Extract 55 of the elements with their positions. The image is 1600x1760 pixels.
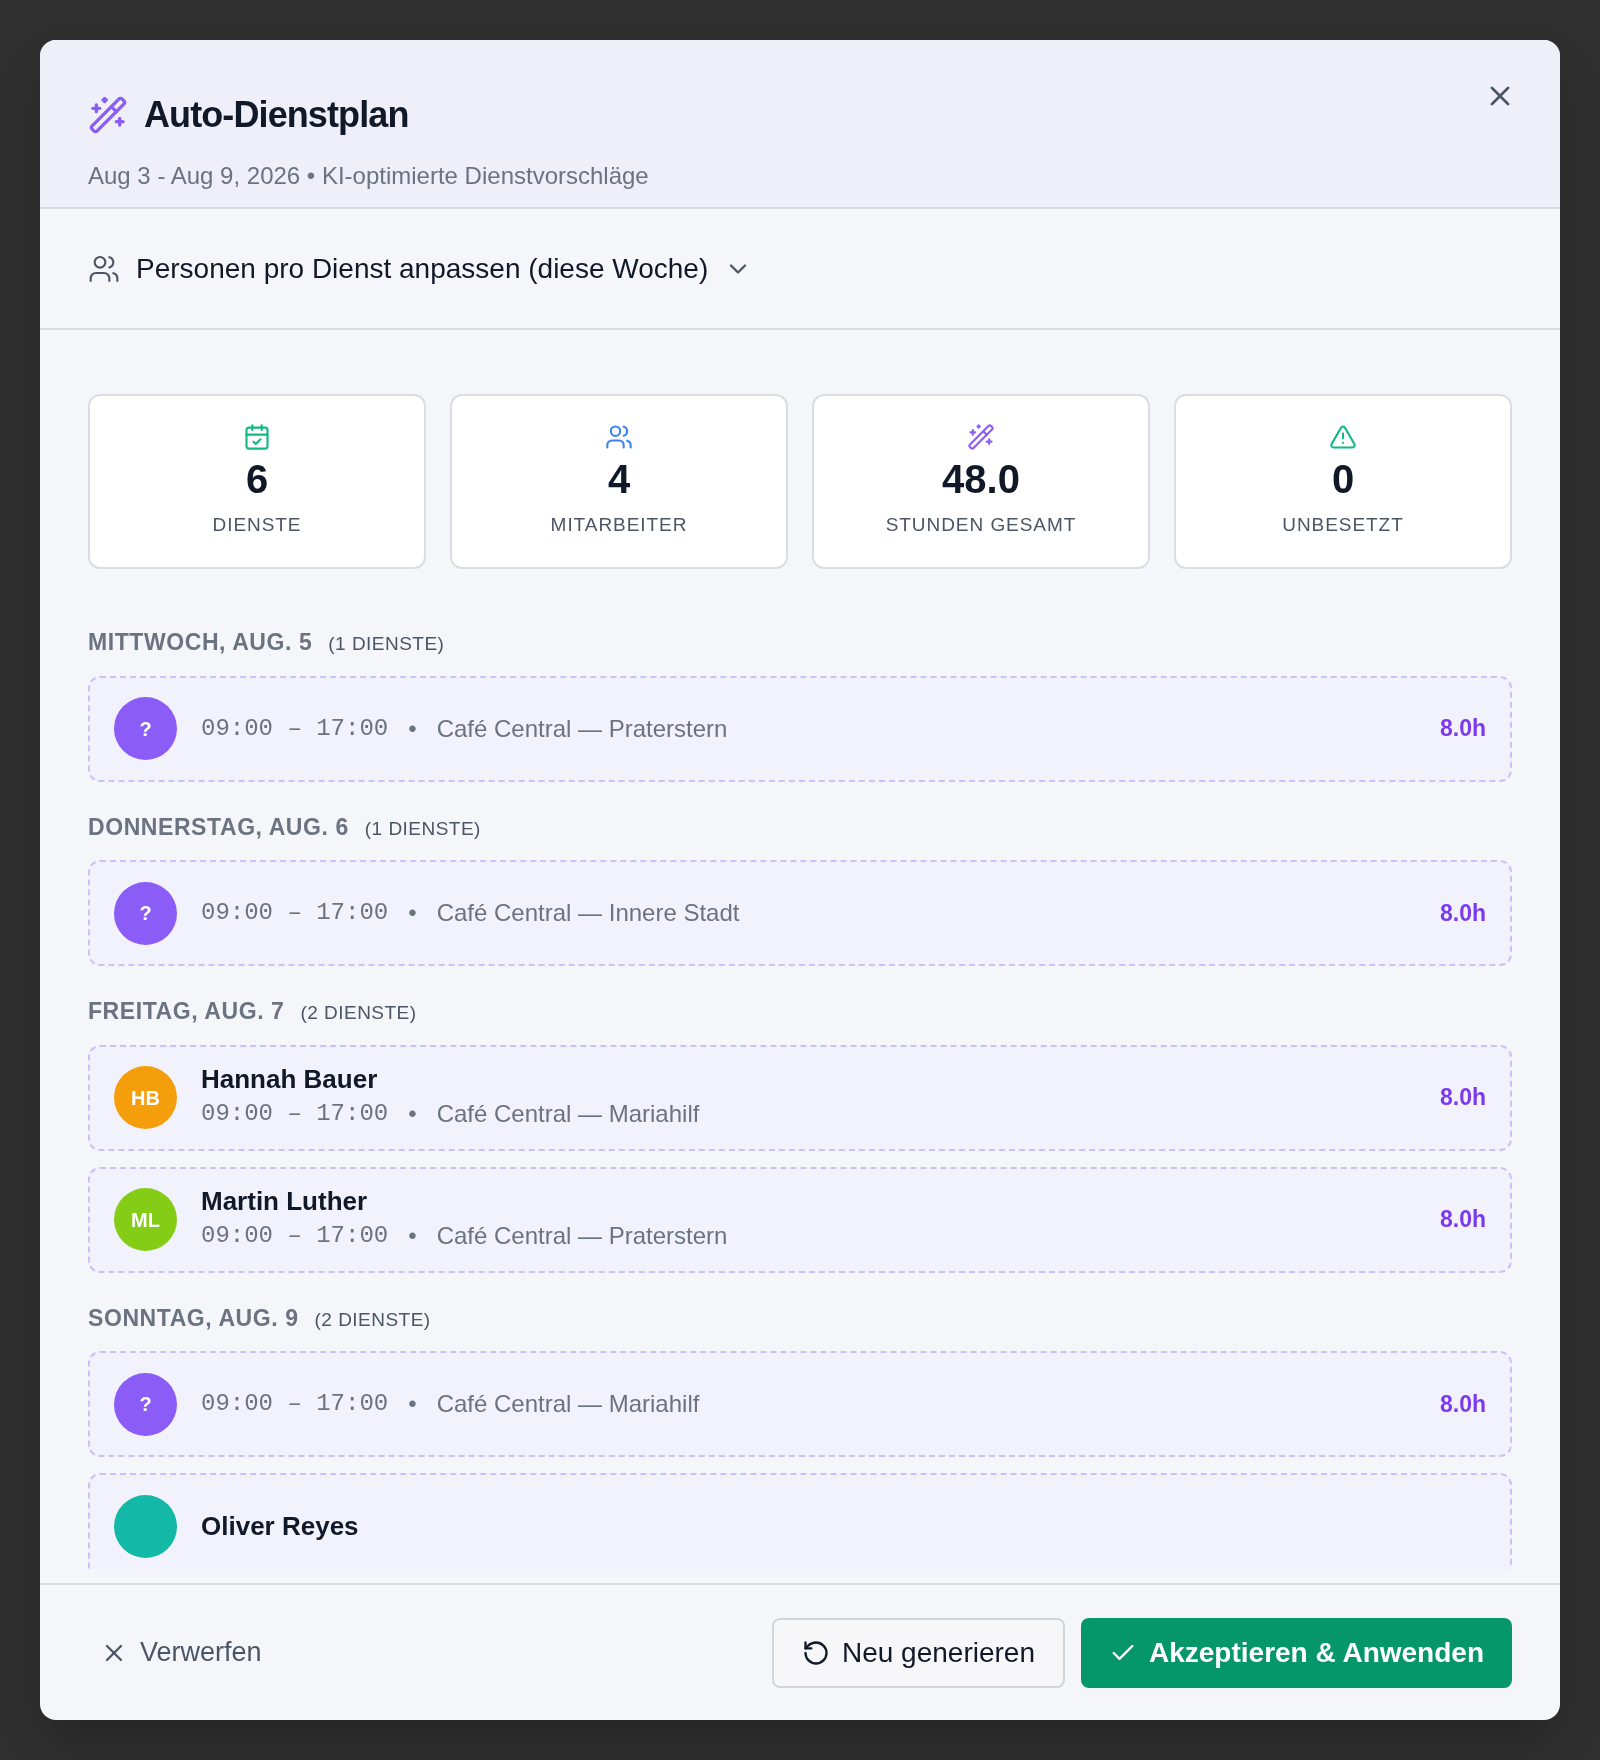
shift-time: 09:00 – 17:00	[201, 713, 389, 744]
shift-location: Café Central — Innere Stadt	[436, 898, 740, 928]
shift-hours: 8.0h	[1439, 1205, 1486, 1235]
stat-value: 6	[245, 459, 269, 500]
shift-count: (1 DIENSTE)	[328, 632, 445, 656]
day-heading: SONNTAG, AUG. 9	[88, 1303, 299, 1333]
shift-time: 09:00 – 17:00	[201, 1389, 389, 1419]
shift-location: Café Central — Praterstern	[436, 713, 728, 744]
shift-hours: 8.0h	[1439, 898, 1486, 928]
shift-hours: 8.0h	[1439, 1083, 1486, 1113]
stat-label: MITARBEITER	[550, 513, 688, 538]
separator-dot: •	[408, 1220, 417, 1251]
dialog-subtitle: Aug 3 - Aug 9, 2026 • KI-optimierte Dienstvorschläge	[88, 161, 650, 191]
rotate-icon	[801, 1638, 830, 1667]
stat-label: UNBESETZT	[1282, 513, 1404, 538]
staffing-toggle[interactable]: Personen pro Dienst anpassen (diese Woche)	[88, 247, 753, 290]
warning-icon	[1329, 423, 1357, 452]
stat-value: 0	[1331, 459, 1355, 500]
avatar: HB	[114, 1066, 177, 1129]
day-heading: MITTWOCH, AUG. 5	[88, 628, 313, 657]
avatar: ?	[114, 697, 177, 760]
magic-wand-icon	[967, 423, 995, 452]
day-heading: DONNERSTAG, AUG. 6	[88, 812, 349, 842]
stat-value: 4	[607, 459, 631, 500]
shift-time: 09:00 – 17:00	[201, 898, 389, 928]
accept-button[interactable]: Akzeptieren & Anwenden	[1081, 1617, 1512, 1688]
stat-value: 48.0	[942, 459, 1020, 500]
separator-dot: •	[408, 1389, 417, 1419]
calendar-check-icon	[243, 423, 271, 452]
employee-name: Martin Luther	[201, 1185, 369, 1218]
avatar: ML	[114, 1188, 177, 1251]
shift-hours: 8.0h	[1439, 714, 1486, 744]
avatar: ?	[114, 881, 177, 945]
day-heading: FREITAG, AUG. 7	[88, 997, 285, 1026]
shift-count: (1 DIENSTE)	[364, 816, 481, 841]
discard-button[interactable]: Verwerfen	[88, 1624, 274, 1681]
employee-name: Hannah Bauer	[201, 1063, 379, 1096]
separator-dot: •	[408, 1098, 417, 1129]
employee-name: Oliver Reyes	[201, 1509, 360, 1543]
dialog-title: Auto-Dienstplan	[144, 93, 409, 137]
avatar: ?	[114, 1372, 177, 1436]
stat-label: DIENSTE	[212, 513, 302, 538]
separator-dot: •	[408, 898, 417, 928]
separator-dot: •	[408, 713, 417, 744]
shift-hours: 8.0h	[1439, 1389, 1486, 1419]
magic-wand-icon	[88, 95, 128, 135]
regenerate-button[interactable]: Neu generieren	[771, 1617, 1065, 1688]
shift-location: Café Central — Mariahilf	[436, 1389, 700, 1419]
shift-count: (2 DIENSTE)	[314, 1307, 431, 1332]
shift-location: Café Central — Mariahilf	[436, 1098, 700, 1129]
shift-time: 09:00 – 17:00	[201, 1098, 389, 1129]
shift-count: (2 DIENSTE)	[300, 1001, 417, 1025]
shift-location: Café Central — Praterstern	[436, 1220, 728, 1251]
stat-label: STUNDEN GESAMT	[885, 513, 1077, 538]
shift-time: 09:00 – 17:00	[201, 1220, 389, 1251]
